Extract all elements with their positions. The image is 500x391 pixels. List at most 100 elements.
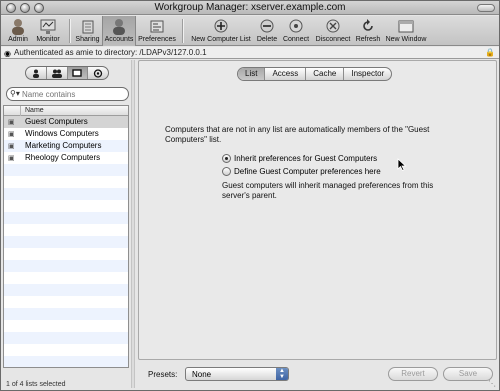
search-input[interactable] [22,89,122,99]
delete-label: Delete [256,36,278,43]
empty-row [4,308,128,320]
computer-groups-tab[interactable] [88,67,108,79]
tab-access[interactable]: Access [265,68,307,80]
new-computer-list-button[interactable]: New Computer List [188,16,254,46]
target-icon [93,68,103,78]
lock-icon[interactable]: 🔒 [485,48,495,57]
revert-button[interactable]: Revert [388,367,438,381]
accounts-button[interactable]: Accounts [102,16,136,46]
empty-row [4,236,128,248]
name-column-header[interactable]: Name [25,106,44,116]
computer-list-icon: ▣ [8,119,15,126]
sharing-button[interactable]: Sharing [74,16,101,46]
search-field[interactable]: ⚲▾ [6,87,129,101]
computer-list-icon: ▣ [8,131,15,138]
directory-globe-icon[interactable]: ◉ [4,49,11,58]
empty-row [4,356,128,367]
empty-row [4,344,128,356]
split-view-divider[interactable] [131,60,135,388]
list-item-label: Guest Computers [25,117,88,126]
list-item[interactable]: ▣ Marketing Computers [4,140,128,152]
preferences-button[interactable]: Preferences [137,16,177,46]
title-bar: Workgroup Manager: xserver.example.com [1,1,499,15]
window-title: Workgroup Manager: xserver.example.com [154,2,346,13]
app-window: Workgroup Manager: xserver.example.com A… [0,0,500,391]
admin-button[interactable]: Admin [3,16,33,46]
groups-tab[interactable] [47,67,68,79]
empty-row [4,260,128,272]
connect-button[interactable]: Connect [281,16,311,46]
empty-row [4,248,128,260]
define-radio-label: Define Guest Computer preferences here [234,166,381,176]
detail-tabs: List Access Cache Inspector [237,67,393,81]
inherit-preferences-option[interactable]: Inherit preferences for Guest Computers [222,152,377,164]
list-item-label: Windows Computers [25,129,99,138]
empty-row [4,200,128,212]
toolbar: Admin Monitor Sharing Accounts Preferenc… [1,16,499,46]
toolbar-separator [69,19,71,43]
guest-computers-info: Computers that are not in any list are a… [165,125,430,144]
delete-icon [260,19,274,33]
group-icon [51,69,62,78]
refresh-button[interactable]: Refresh [354,16,382,46]
save-button[interactable]: Save [443,367,493,381]
preferences-switch-icon [150,20,164,33]
monitor-label: Monitor [36,36,60,43]
list-item[interactable]: ▣ Guest Computers [4,116,128,128]
computer-list-icon: ▣ [8,143,15,150]
user-icon [32,69,39,78]
list-header: Name [4,106,128,116]
empty-row [4,164,128,176]
refresh-icon [363,19,373,31]
mouse-pointer-icon [397,158,407,171]
connect-label: Connect [282,36,310,43]
auth-status-bar: ◉ Authenticated as amie to directory: /L… [1,47,499,59]
presets-value: None [192,370,212,379]
inherit-radio[interactable] [222,153,231,163]
new-computer-list-label: New Computer List [191,36,251,43]
icon-column-header[interactable] [4,106,21,116]
empty-row [4,284,128,296]
new-window-icon [398,20,414,33]
disconnect-icon [326,19,340,33]
popup-arrows-icon: ▲ ▼ [276,368,288,380]
presets-select[interactable]: None ▲ ▼ [185,367,289,381]
empty-row [4,188,128,200]
list-item[interactable]: ▣ Rheology Computers [4,152,128,164]
computer-list-table: Name ▣ Guest Computers ▣ Windows Compute… [3,105,129,368]
define-radio[interactable] [222,166,231,176]
tab-list[interactable]: List [238,68,266,80]
auth-status-text: Authenticated as amie to directory: /LDA… [14,48,207,57]
list-item[interactable]: ▣ Windows Computers [4,128,128,140]
disconnect-label: Disconnect [315,36,351,43]
empty-row [4,212,128,224]
selection-count: 1 of 4 lists selected [6,381,66,388]
refresh-label: Refresh [355,36,381,43]
tab-cache[interactable]: Cache [306,68,345,80]
tab-inspector[interactable]: Inspector [344,68,391,80]
presets-label: Presets: [148,370,178,379]
empty-row [4,332,128,344]
resize-grip-icon[interactable]: ⋱ [488,379,498,389]
computer-lists-tab[interactable] [67,67,89,79]
accounts-icon [113,19,125,35]
empty-row [4,176,128,188]
sharing-label: Sharing [75,36,100,43]
delete-button[interactable]: Delete [255,16,279,46]
sharing-folder-icon [82,20,93,34]
new-window-button[interactable]: New Window [384,16,428,46]
users-tab[interactable] [26,67,47,79]
preferences-label: Preferences [138,36,176,43]
define-preferences-option[interactable]: Define Guest Computer preferences here [222,165,381,177]
new-window-label: New Window [385,36,427,43]
connect-icon [289,19,303,33]
toolbar-toggle-button[interactable] [477,4,495,12]
accounts-label: Accounts [104,36,134,43]
computer-list-icon: ▣ [8,155,15,162]
account-type-selector [25,66,109,80]
list-item-label: Rheology Computers [25,153,101,162]
monitor-button[interactable]: Monitor [34,16,62,46]
inherit-radio-label: Inherit preferences for Guest Computers [234,153,378,163]
disconnect-button[interactable]: Disconnect [313,16,353,46]
add-icon [214,19,228,33]
